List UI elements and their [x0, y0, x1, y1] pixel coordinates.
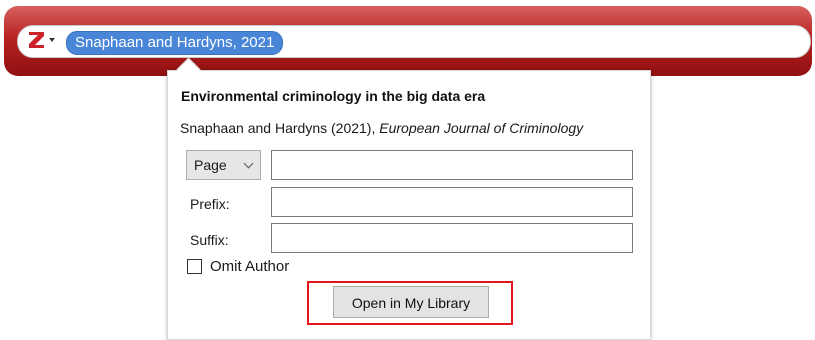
journal-name: European Journal of Criminology [379, 120, 584, 136]
chevron-down-icon[interactable] [49, 38, 55, 42]
prefix-label: Prefix: [190, 196, 230, 212]
open-in-library-button[interactable]: Open in My Library [333, 286, 489, 318]
item-source: Snaphaan and Hardyns (2021), European Jo… [180, 120, 583, 136]
suffix-label: Suffix: [190, 232, 229, 248]
item-title: Environmental criminology in the big dat… [181, 88, 486, 104]
prefix-input[interactable] [271, 187, 633, 217]
locator-type-select[interactable]: Page [186, 150, 261, 180]
suffix-input[interactable] [271, 223, 633, 253]
citation-bubble[interactable]: Snaphaan and Hardyns, 2021 [66, 31, 284, 55]
omit-author-checkbox[interactable] [187, 259, 202, 274]
omit-author-label[interactable]: Omit Author [210, 258, 289, 275]
zotero-z-icon[interactable] [28, 30, 46, 50]
source-author-year: Snaphaan and Hardyns (2021), [180, 120, 380, 136]
locator-input[interactable] [271, 150, 633, 180]
chevron-down-icon [243, 158, 254, 169]
locator-type-label: Page [194, 157, 227, 173]
